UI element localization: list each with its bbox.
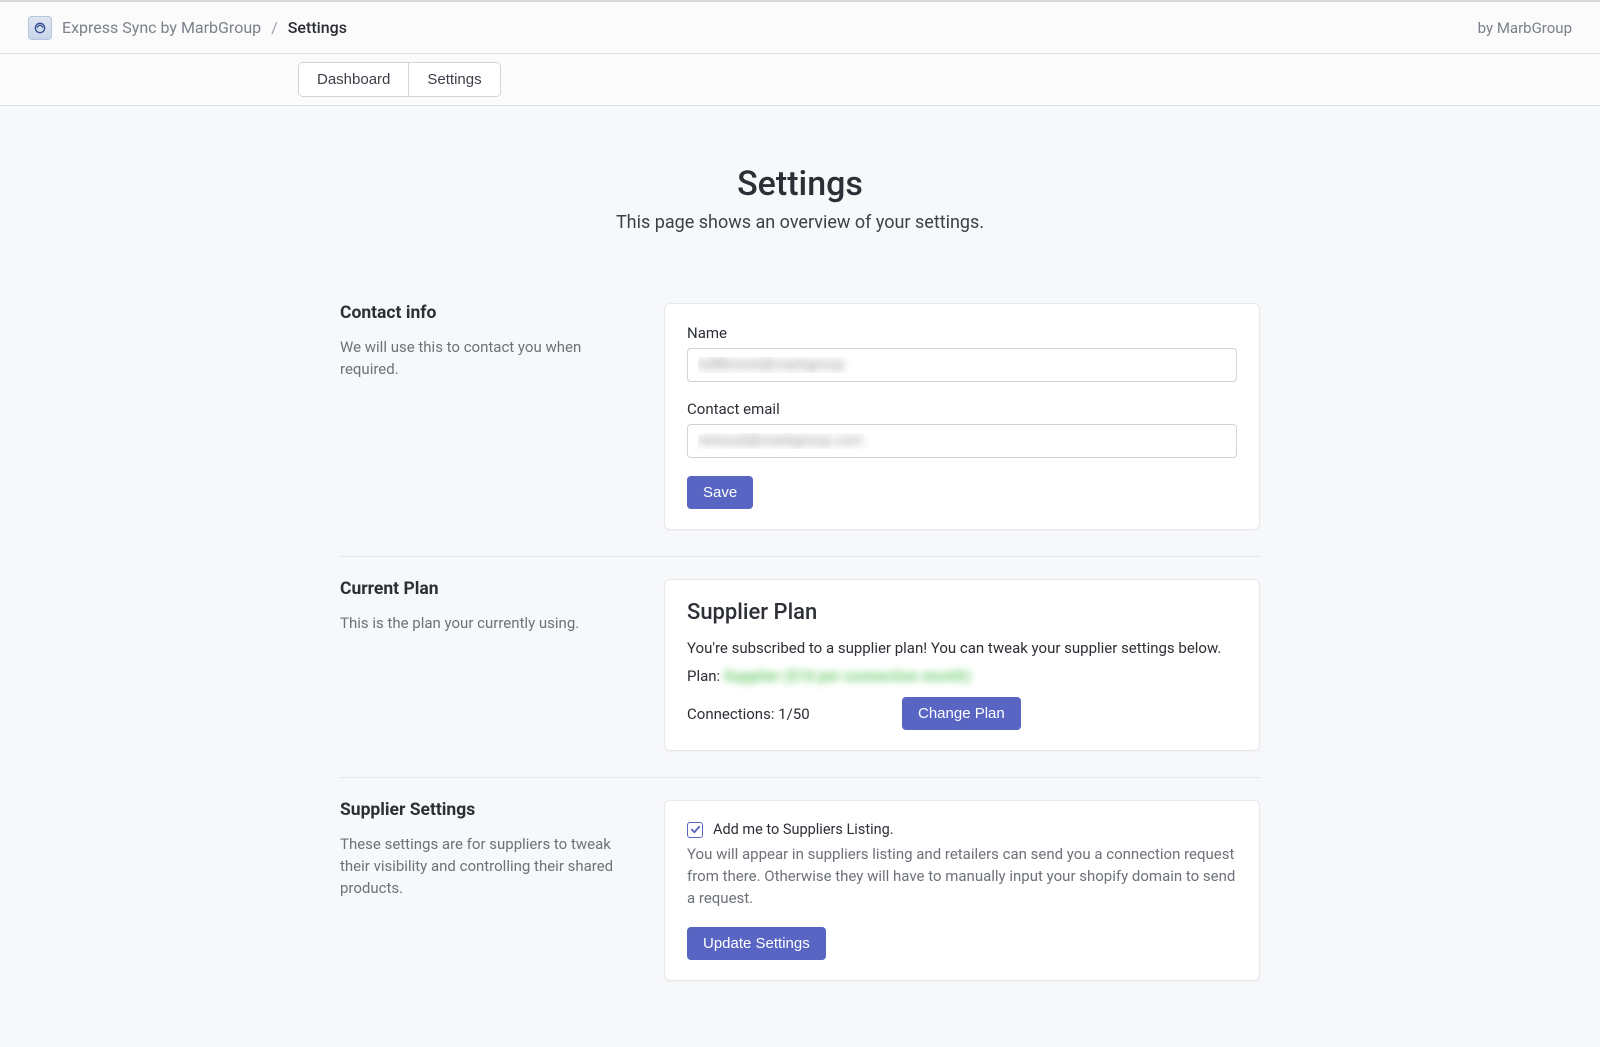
- connections-label: Connections: 1/50: [687, 705, 862, 723]
- plan-card-title: Supplier Plan: [687, 600, 1237, 625]
- section-plan: Current Plan This is the plan your curre…: [340, 556, 1260, 777]
- save-button[interactable]: Save: [687, 476, 753, 509]
- breadcrumb: Express Sync by MarbGroup / Settings: [28, 16, 347, 40]
- page-subtitle: This page shows an overview of your sett…: [340, 212, 1260, 233]
- section-contact: Contact info We will use this to contact…: [340, 281, 1260, 556]
- name-input[interactable]: [687, 348, 1237, 382]
- check-icon: [690, 824, 701, 835]
- breadcrumb-app-name[interactable]: Express Sync by MarbGroup: [62, 18, 261, 37]
- top-bar: Express Sync by MarbGroup / Settings by …: [0, 0, 1600, 54]
- page-body: Settings This page shows an overview of …: [300, 106, 1300, 1047]
- contact-card: Name Contact email Save: [664, 303, 1260, 530]
- section-supplier: Supplier Settings These settings are for…: [340, 777, 1260, 1007]
- app-logo-icon: [28, 16, 52, 40]
- breadcrumb-separator: /: [271, 18, 278, 37]
- update-settings-button[interactable]: Update Settings: [687, 927, 826, 960]
- email-label: Contact email: [687, 400, 1237, 418]
- email-input[interactable]: [687, 424, 1237, 458]
- tab-row: Dashboard Settings: [0, 54, 1600, 106]
- tab-group: Dashboard Settings: [298, 62, 501, 97]
- plan-desc: This is the plan your currently using.: [340, 613, 640, 635]
- supplier-desc: These settings are for suppliers to twea…: [340, 834, 640, 899]
- tab-dashboard[interactable]: Dashboard: [299, 63, 408, 96]
- plan-line: Plan: Supplier ($10 per connection month…: [687, 667, 1237, 685]
- plan-card: Supplier Plan You're subscribed to a sup…: [664, 579, 1260, 751]
- plan-label: Plan:: [687, 667, 720, 685]
- supplier-card: Add me to Suppliers Listing. You will ap…: [664, 800, 1260, 981]
- plan-heading: Current Plan: [340, 579, 640, 599]
- page-title: Settings: [340, 164, 1260, 204]
- tab-settings[interactable]: Settings: [408, 63, 499, 96]
- change-plan-button[interactable]: Change Plan: [902, 697, 1021, 730]
- plan-subscribed-line: You're subscribed to a supplier plan! Yo…: [687, 639, 1237, 657]
- supplier-note: You will appear in suppliers listing and…: [687, 844, 1237, 909]
- supplier-heading: Supplier Settings: [340, 800, 640, 820]
- add-to-listing-label: Add me to Suppliers Listing.: [713, 821, 894, 838]
- plan-value: Supplier ($10 per connection month): [724, 667, 971, 685]
- byline: by MarbGroup: [1478, 19, 1572, 37]
- add-to-listing-checkbox[interactable]: [687, 822, 703, 838]
- breadcrumb-current: Settings: [288, 18, 347, 37]
- name-label: Name: [687, 324, 1237, 342]
- contact-desc: We will use this to contact you when req…: [340, 337, 640, 381]
- contact-heading: Contact info: [340, 303, 640, 323]
